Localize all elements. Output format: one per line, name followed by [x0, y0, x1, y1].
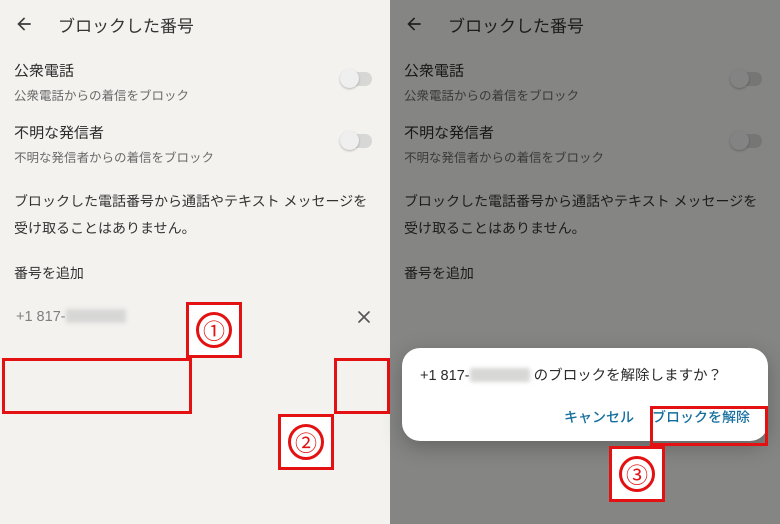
header: ブロックした番号: [390, 0, 780, 48]
annotation-1-box: ①: [186, 302, 242, 358]
right-screen: ブロックした番号 公衆電話 公衆電話からの着信をブロック 不明な発信者 不明な発…: [390, 0, 780, 524]
header: ブロックした番号: [0, 0, 390, 48]
payphone-sub: 公衆電話からの着信をブロック: [14, 85, 376, 104]
dialog-message: +1 817- のブロックを解除しますか？: [420, 364, 750, 389]
info-text: ブロックした電話番号から通話やテキスト メッセージを受け取ることはありません。: [390, 172, 780, 245]
annotation-3: ③: [619, 456, 655, 492]
payphone-row[interactable]: 公衆電話 公衆電話からの着信をブロック: [390, 48, 780, 110]
unknown-title: 不明な発信者: [14, 122, 376, 143]
unknown-sub: 不明な発信者からの着信をブロック: [404, 147, 766, 166]
annotation-2-box: ②: [278, 414, 334, 470]
unknown-title: 不明な発信者: [404, 122, 766, 143]
blocked-number: +1 817-: [16, 309, 126, 325]
back-icon[interactable]: [402, 12, 426, 36]
cancel-button[interactable]: キャンセル: [564, 407, 634, 427]
remove-number-icon[interactable]: [354, 307, 374, 327]
annotation-box-1: [2, 358, 192, 414]
annotation-2: ②: [288, 424, 324, 460]
info-text: ブロックした電話番号から通話やテキスト メッセージを受け取ることはありません。: [0, 172, 390, 245]
page-title: ブロックした番号: [58, 12, 194, 37]
page-title: ブロックした番号: [448, 12, 584, 37]
unknown-toggle[interactable]: [342, 134, 372, 148]
add-number[interactable]: 番号を追加: [0, 245, 390, 289]
annotation-box-3: [650, 406, 768, 446]
add-number[interactable]: 番号を追加: [390, 245, 780, 289]
back-icon[interactable]: [12, 12, 36, 36]
annotation-1: ①: [196, 312, 232, 348]
redacted: [470, 368, 530, 382]
payphone-toggle[interactable]: [342, 72, 372, 86]
redacted: [66, 309, 126, 323]
annotation-3-box: ③: [609, 446, 665, 502]
unknown-row[interactable]: 不明な発信者 不明な発信者からの着信をブロック: [0, 110, 390, 172]
annotation-box-2: [334, 358, 390, 414]
unknown-sub: 不明な発信者からの着信をブロック: [14, 147, 376, 166]
unknown-row[interactable]: 不明な発信者 不明な発信者からの着信をブロック: [390, 110, 780, 172]
left-screen: ブロックした番号 公衆電話 公衆電話からの着信をブロック 不明な発信者 不明な発…: [0, 0, 390, 524]
payphone-row[interactable]: 公衆電話 公衆電話からの着信をブロック: [0, 48, 390, 110]
payphone-title: 公衆電話: [404, 60, 766, 81]
unknown-toggle[interactable]: [732, 134, 762, 148]
payphone-sub: 公衆電話からの着信をブロック: [404, 85, 766, 104]
payphone-title: 公衆電話: [14, 60, 376, 81]
payphone-toggle[interactable]: [732, 72, 762, 86]
